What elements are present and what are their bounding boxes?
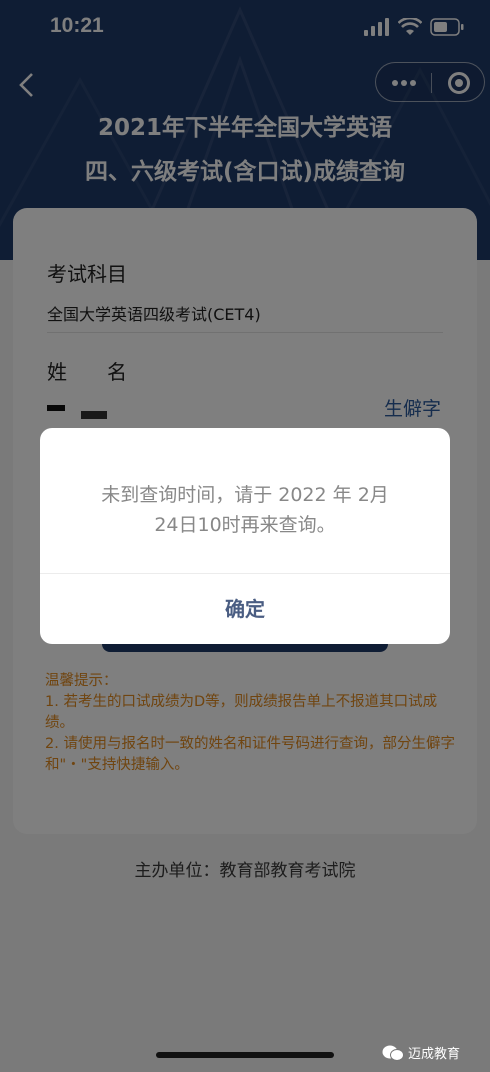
watermark: 迈成教育 [382,1043,460,1062]
dialog-message-line-1: 未到查询时间，请于 2022 年 2月 [101,484,389,506]
dialog-message-line-2: 24日10时再来查询。 [154,514,336,536]
wechat-icon [382,1045,404,1061]
confirm-button[interactable]: 确定 [40,574,450,644]
alert-dialog: 未到查询时间，请于 2022 年 2月 24日10时再来查询。 确定 [40,428,450,644]
watermark-text: 迈成教育 [408,1047,461,1062]
dialog-message: 未到查询时间，请于 2022 年 2月 24日10时再来查询。 [70,480,420,540]
home-indicator[interactable] [156,1052,334,1058]
